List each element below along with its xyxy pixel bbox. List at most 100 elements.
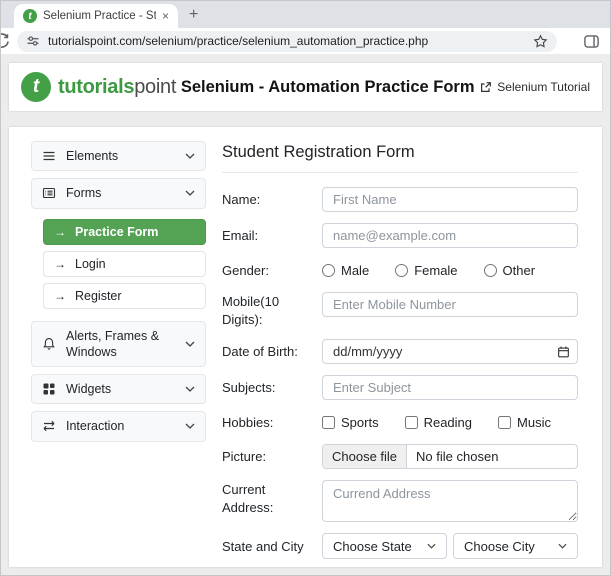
- dob-input[interactable]: [322, 339, 578, 365]
- dob-field: [322, 339, 578, 365]
- chevron-down-icon: [185, 190, 195, 197]
- forms-submenu: → Practice Form → Login → Register: [43, 218, 206, 309]
- gender-radio-other[interactable]: Other: [483, 263, 535, 278]
- state-city-selects: Choose State Choose City: [322, 533, 578, 560]
- grid-icon: [42, 382, 56, 396]
- hobby-checkbox-sports[interactable]: Sports: [322, 415, 379, 430]
- external-link-icon: [479, 81, 492, 94]
- state-select[interactable]: Choose State: [322, 533, 447, 560]
- sidebar-item-alerts-frames-windows[interactable]: Alerts, Frames & Windows: [31, 320, 206, 367]
- chevron-down-icon: [185, 341, 195, 347]
- choose-file-button[interactable]: Choose file: [323, 445, 408, 469]
- sidebar: Elements Forms → Practice Form → Login →…: [31, 141, 206, 557]
- arrow-right-icon: →: [54, 256, 66, 271]
- sidebar-item-forms[interactable]: Forms: [31, 178, 206, 209]
- email-label: Email:: [222, 228, 259, 244]
- selenium-tutorial-link[interactable]: Selenium Tutorial: [479, 80, 590, 94]
- tab-strip: t Selenium Practice - Student Registrati…: [1, 1, 610, 28]
- tab-title: Selenium Practice - Student Registration…: [43, 10, 156, 22]
- chevron-down-icon: [185, 386, 195, 393]
- sidebar-item-elements[interactable]: Elements: [31, 141, 206, 172]
- bookmark-star-icon[interactable]: [533, 34, 548, 49]
- file-upload-field[interactable]: Choose file No file chosen: [322, 444, 578, 470]
- site-header: t tutorialspoint Selenium - Automation P…: [9, 63, 602, 111]
- subjects-input[interactable]: [322, 375, 578, 401]
- card-list-icon: [42, 186, 56, 200]
- state-city-row: State and City Choose State Choose City: [222, 533, 578, 560]
- hobbies-label: Hobbies:: [222, 414, 274, 430]
- state-city-label: State and City: [222, 538, 304, 554]
- chevron-down-icon: [427, 543, 436, 549]
- chevron-down-icon: [185, 153, 195, 160]
- title-divider: [222, 172, 578, 173]
- reload-icon[interactable]: [1, 32, 10, 50]
- hobbies-row: Hobbies: Sports Reading Music: [222, 411, 578, 433]
- sidebar-item-register[interactable]: → Register: [43, 282, 206, 309]
- new-tab-button[interactable]: +: [189, 7, 198, 23]
- hamburger-icon: [42, 149, 56, 163]
- mobile-input[interactable]: [322, 292, 578, 317]
- sidebar-item-practice-form[interactable]: → Practice Form: [43, 218, 206, 245]
- file-status-text: No file chosen: [416, 449, 499, 465]
- side-panel-icon[interactable]: [583, 33, 600, 50]
- chevron-down-icon: [558, 543, 567, 549]
- subjects-label: Subjects:: [222, 380, 276, 396]
- name-row: Name:: [222, 187, 578, 212]
- selenium-tutorial-label: Selenium Tutorial: [497, 80, 590, 94]
- current-address-textarea[interactable]: [322, 480, 578, 523]
- city-select[interactable]: Choose City: [453, 533, 578, 560]
- first-name-input[interactable]: [322, 187, 578, 212]
- url-text[interactable]: tutorialspoint.com/selenium/practice/sel…: [48, 34, 525, 48]
- tab-close-icon[interactable]: ×: [162, 10, 169, 22]
- arrow-right-icon: →: [54, 224, 66, 239]
- tutorialspoint-favicon: t: [23, 9, 37, 23]
- address-bar[interactable]: tutorialspoint.com/selenium/practice/sel…: [17, 30, 557, 52]
- form-title: Student Registration Form: [222, 143, 415, 161]
- sidebar-item-interaction[interactable]: Interaction: [31, 411, 206, 442]
- logo-circle-icon: t: [21, 72, 51, 102]
- browser-window: t Selenium Practice - Student Registrati…: [0, 0, 611, 576]
- name-label: Name:: [222, 192, 261, 208]
- logo-wordmark: tutorialspoint: [58, 75, 177, 98]
- hobby-checkbox-music[interactable]: Music: [498, 415, 551, 430]
- mobile-row: Mobile(10 Digits):: [222, 292, 578, 328]
- sidebar-item-login[interactable]: → Login: [43, 250, 206, 277]
- gender-radio-male[interactable]: Male: [322, 263, 369, 278]
- mobile-label: Mobile(10 Digits):: [222, 294, 280, 327]
- site-settings-icon[interactable]: [26, 34, 40, 48]
- male-radio[interactable]: [322, 263, 335, 277]
- registration-form: Student Registration Form Name: Email: G…: [222, 141, 578, 560]
- dob-label: Date of Birth:: [222, 344, 298, 360]
- subjects-row: Subjects:: [222, 375, 578, 401]
- gender-row: Gender: Male Female Other: [222, 259, 578, 281]
- sidebar-item-widgets[interactable]: Widgets: [31, 374, 206, 405]
- gender-label: Gender:: [222, 262, 269, 278]
- page-body: t tutorialspoint Selenium - Automation P…: [1, 55, 610, 575]
- tutorialspoint-logo[interactable]: t tutorialspoint: [21, 72, 176, 102]
- browser-tab[interactable]: t Selenium Practice - Student Registrati…: [14, 4, 178, 28]
- dob-row: Date of Birth:: [222, 339, 578, 365]
- sports-checkbox[interactable]: [322, 415, 335, 429]
- arrow-right-icon: →: [54, 288, 66, 303]
- other-radio[interactable]: [483, 263, 497, 277]
- url-toolbar: tutorialspoint.com/selenium/practice/sel…: [1, 28, 610, 55]
- gender-options: Male Female Other: [322, 259, 578, 281]
- calendar-icon[interactable]: [557, 345, 570, 358]
- hobbies-options: Sports Reading Music: [322, 411, 578, 433]
- main-content: Elements Forms → Practice Form → Login →…: [9, 127, 602, 567]
- address-row: Current Address:: [222, 480, 578, 523]
- hobby-checkbox-reading[interactable]: Reading: [404, 415, 472, 430]
- address-label: Current Address:: [222, 482, 274, 515]
- picture-row: Picture: Choose file No file chosen: [222, 444, 578, 470]
- music-checkbox[interactable]: [498, 415, 512, 429]
- email-row: Email:: [222, 223, 578, 248]
- reading-checkbox[interactable]: [404, 415, 418, 429]
- female-radio[interactable]: [395, 263, 409, 277]
- picture-label: Picture:: [222, 449, 267, 465]
- email-input[interactable]: [322, 223, 578, 248]
- chevron-down-icon: [185, 423, 195, 430]
- swap-arrows-icon: [42, 419, 56, 433]
- gender-radio-female[interactable]: Female: [395, 263, 458, 278]
- bell-icon: [42, 337, 56, 351]
- page-title: Selenium - Automation Practice Form: [180, 77, 475, 96]
